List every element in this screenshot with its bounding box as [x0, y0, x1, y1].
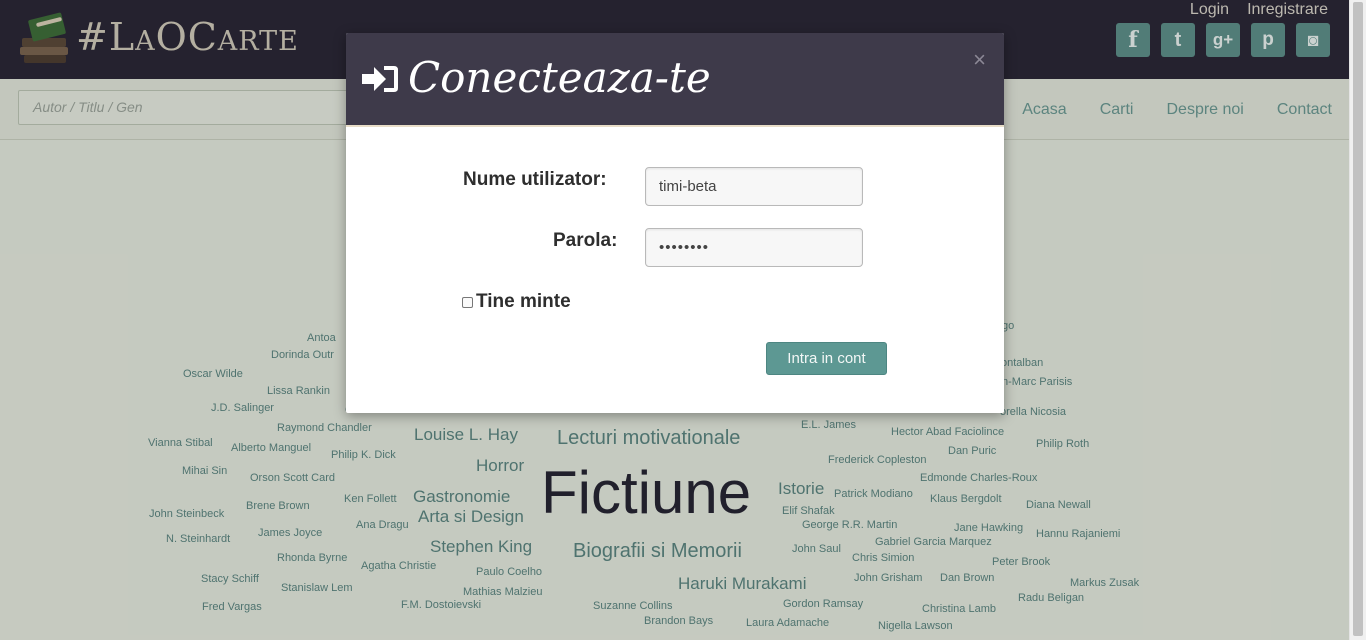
username-field[interactable]: timi-beta [645, 167, 863, 206]
login-submit-button[interactable]: Intra in cont [766, 342, 887, 375]
remember-me: Tine minte [462, 291, 571, 313]
modal-header: Conecteaza-te × [346, 33, 1004, 127]
password-field[interactable]: •••••••• [645, 228, 863, 267]
modal-title: Conecteaza-te [408, 53, 711, 102]
close-icon[interactable]: × [973, 47, 986, 73]
login-modal: Conecteaza-te × Nume utilizator: timi-be… [346, 33, 1004, 413]
password-label: Parola: [553, 230, 618, 251]
username-label: Nume utilizator: [463, 169, 607, 190]
remember-label[interactable]: Tine minte [476, 291, 571, 313]
remember-checkbox[interactable] [462, 296, 473, 308]
page-scrollbar[interactable] [1349, 0, 1366, 640]
scrollbar-thumb[interactable] [1353, 2, 1363, 636]
sign-in-icon [362, 66, 398, 92]
